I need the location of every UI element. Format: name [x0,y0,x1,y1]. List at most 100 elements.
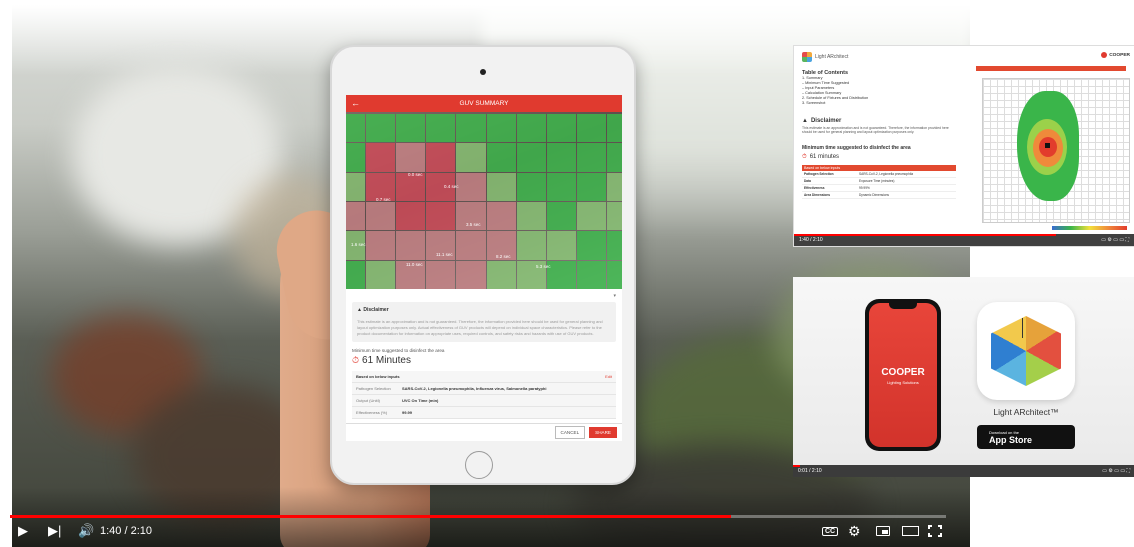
tablet-device: ← GUV SUMMARY 0.0 sec 0.7 sec 0.4 sec 3.… [330,45,636,485]
table-row: Pathogen Selection SARS-CoV-2, Legionell… [352,383,616,395]
disclaimer-box: ▲ Disclaimer This estimate is an approxi… [352,302,616,342]
ar-cell-label: 11.1 sec [436,252,453,257]
thumbnail-time: 0:01 / 2:10 [798,468,822,474]
lamp-icon [1022,318,1030,338]
video-thumbnail-app[interactable]: COOPER Lighting Solutions Light ARchitec… [793,277,1134,477]
report-table: Pathogen Selection SARS-CoV-2, Legionella… [802,171,956,199]
table-row: Output (UnitI) UVC On Time (min) [352,395,616,407]
report-page-left: Light ARchitect Table of Contents 1. Sum… [794,46,964,236]
row-value: 99.99% [859,185,870,190]
row-key: Effectiveness (%) [356,410,388,415]
ar-cell-label: 8.2 sec [496,254,511,259]
fullscreen-button[interactable] [928,521,942,541]
inputs-header-row: Based on below inputs Edit [352,371,616,383]
phone-brand-sub: Lighting Solutions [887,380,919,385]
theater-icon [902,526,919,536]
tablet-camera [480,69,486,75]
floor-heatmap [982,78,1130,223]
row-key: Pathogen Selection [356,386,391,391]
heatmap-legend [1052,226,1127,230]
toc-list: 1. Summary – Minimum Time Suggested – In… [802,76,956,106]
phone-notch [889,303,917,309]
home-button [465,451,493,479]
disclaimer-title: Disclaimer [363,307,389,313]
cooper-logo-icon [1101,52,1108,58]
edit-link[interactable]: Edit [605,374,612,379]
thumbnail-progress [794,234,1056,236]
store-big-text: App Store [989,434,1033,445]
app-header: ← GUV SUMMARY [346,95,622,112]
disclaimer-heading: ▲ Disclaimer [357,307,611,313]
progress-bar[interactable] [10,515,946,518]
report-page-right: COOPER [972,46,1134,236]
report-header-bar [976,66,1126,71]
tablet-screen: ← GUV SUMMARY 0.0 sec 0.7 sec 0.4 sec 3.… [346,95,622,441]
volume-button[interactable]: 🔊 [78,521,94,541]
min-time-display: ⏱ 61 Minutes [352,355,616,366]
report-disclaimer-title: Disclaimer [810,118,842,124]
brand-name: Light ARchitect [815,54,849,60]
report-min-time-title: Minimum time suggested to disinfect the … [802,144,911,151]
disclaimer-text: This estimate is an approximation and is… [357,319,603,336]
timer-icon: ⏱ [352,355,360,365]
captions-button[interactable]: CC [822,521,839,541]
report-disclaimer-text: This estimate is an approximation and is… [802,126,949,135]
brand-row: Light ARchitect [802,52,956,62]
settings-button[interactable]: ⚙ [848,521,861,541]
min-time-value: 61 Minutes [362,355,411,366]
app-store-badge[interactable]: Download on the App Store [977,425,1075,449]
timer-icon: ⏱ [802,153,807,160]
inputs-table: Based on below inputs Edit Pathogen Sele… [352,371,616,419]
table-row: Area Dimensions Dynamic Dimensions [802,192,956,199]
thumbnail-time: 1:40 / 2:10 [799,237,823,243]
ar-cell-label: 11.0 sec [406,262,423,267]
volume-icon: 🔊 [78,523,95,538]
phone-screen: COOPER Lighting Solutions [869,303,937,447]
play-icon: ▶ [18,523,28,538]
ar-cell-label: 0.0 sec [408,172,423,177]
row-key: Data [804,178,811,183]
ar-camera-view: 0.0 sec 0.7 sec 0.4 sec 3.5 sec 1.6 sec … [346,112,622,289]
theater-mode-button[interactable] [902,521,919,541]
light-architect-app-icon [977,302,1075,400]
thumbnail-controls: 1:40 / 2:10 ▭ ⚙ ▭ ▭ ⛶ [794,234,1134,246]
toc-item: 3. Screenshot [802,101,826,105]
ar-cell-label: 1.6 sec [351,242,366,247]
thumbnail-control-icons: ▭ ⚙ ▭ ▭ ⛶ [1102,468,1130,474]
back-arrow-icon[interactable]: ← [351,95,360,112]
progress-fill [10,515,731,518]
cancel-button[interactable]: CANCEL [554,426,586,439]
fixture-marker [1045,143,1050,148]
warning-icon: ▲ [802,118,808,124]
share-button[interactable]: SHARE [589,427,617,438]
table-row: Pathogen Selection SARS-CoV-2, Legionella… [802,171,956,178]
table-row: Effectiveness 99.99% [802,185,956,192]
report-min-time: ⏱ 61 minutes [802,154,956,161]
gear-icon: ⚙ [848,522,861,539]
app-name: Light ARchitect™ [993,407,1059,417]
play-button[interactable]: ▶ [18,521,28,541]
phone-brand: COOPER [881,367,925,378]
table-row: Data Exposure Time (minutes) [802,178,956,185]
miniplayer-button[interactable] [876,521,890,541]
cooper-brand: COOPER [1109,52,1130,58]
thumbnail-control-icons: ▭ ⚙ ▭ ▭ ⛶ [1101,237,1129,243]
chevron-down-icon[interactable]: ▾ [352,293,616,299]
row-value: Exposure Time (minutes) [859,178,895,183]
next-button[interactable]: ▶| [48,521,61,541]
video-thumbnail-report[interactable]: Light ARchitect Table of Contents 1. Sum… [793,45,1134,247]
row-key: Effectiveness [804,185,825,190]
light-architect-logo-icon [802,52,812,62]
next-icon: ▶| [48,523,62,538]
row-key: Area Dimensions [804,192,831,197]
thumbnail-progress [793,465,800,467]
warning-icon: ▲ [357,307,362,313]
report-min-time-value: 61 minutes [809,154,840,161]
action-bar: CANCEL SHARE [346,423,622,441]
row-value: SARS-CoV-2, Legionella pneumophila, Infl… [402,386,547,391]
ar-cell-label: 0.4 sec [444,184,459,189]
row-value: UVC On Time (min) [402,398,439,403]
ar-cell-label: 5.3 sec [536,264,551,269]
miniplayer-icon [876,526,890,536]
row-value: 99.99 [402,410,413,415]
